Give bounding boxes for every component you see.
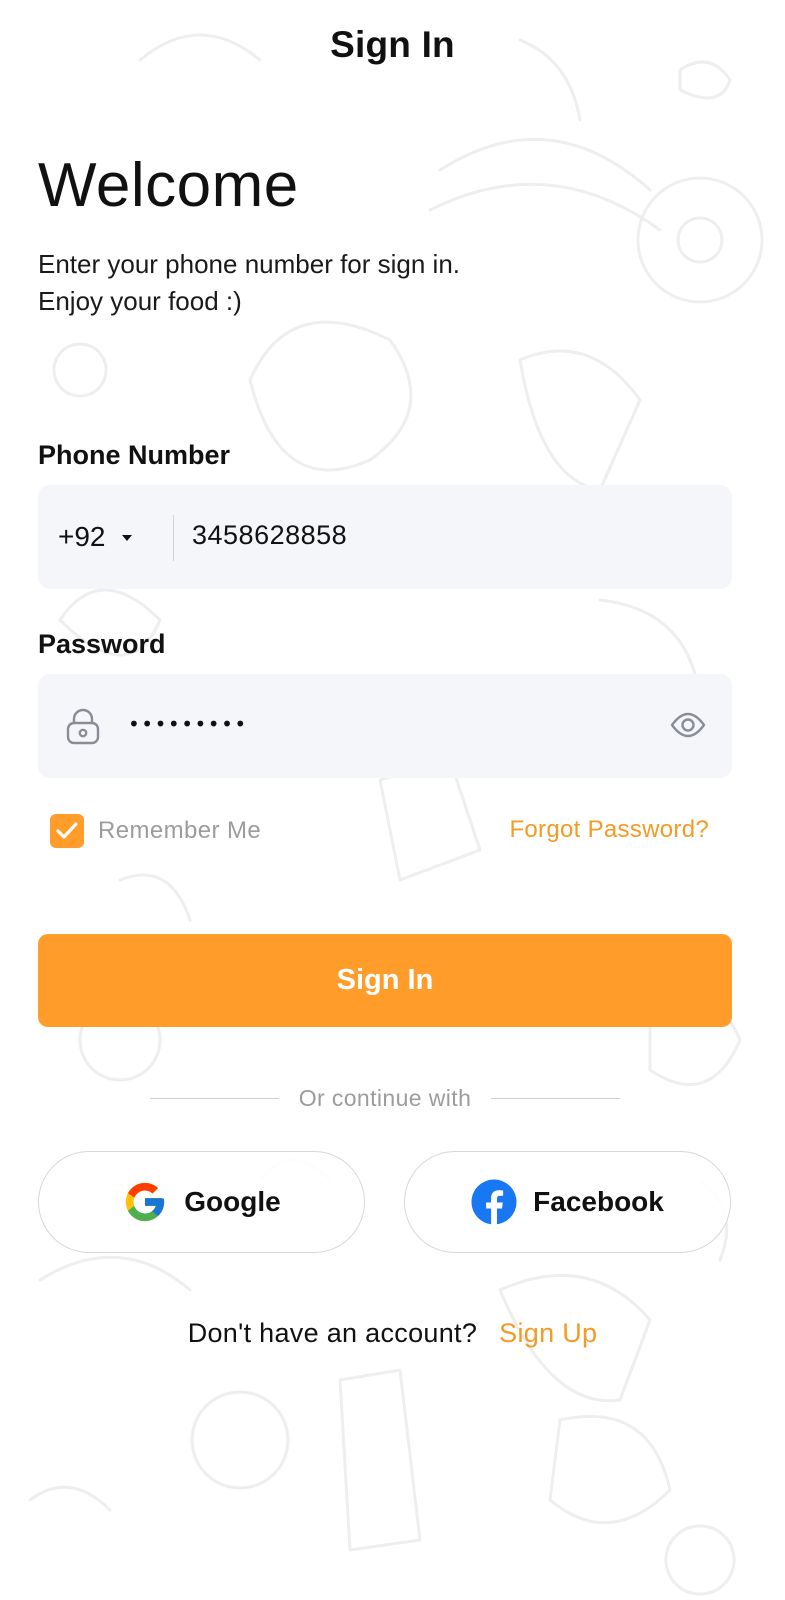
sign-up-prompt: Don't have an account? [187,1318,478,1348]
divider-text: Or continue with [298,1084,472,1111]
divider-line-right [491,1097,620,1099]
phone-number-field: +92 [38,485,732,589]
country-code-selector[interactable]: +92 [58,519,132,555]
remember-me-label: Remember Me [98,817,262,844]
facebook-label: Facebook [533,1186,664,1217]
facebook-icon [471,1179,517,1225]
welcome-heading: Welcome [38,151,299,220]
password-input[interactable] [128,702,648,746]
remember-me-checkbox[interactable]: Remember Me [50,814,261,848]
dropdown-caret-icon [121,535,132,541]
lock-icon [66,708,100,745]
checkbox-checked[interactable] [50,814,84,848]
field-divider [173,515,174,561]
page-title: Sign In [330,24,455,65]
welcome-subtitle: Enter your phone number for sign in. Enj… [38,249,461,316]
phone-number-input[interactable] [192,513,692,557]
checkmark-icon [56,822,78,839]
sign-up-prompt-row: Don't have an account? Sign Up [0,1318,785,1349]
phone-number-label: Phone Number [38,440,231,470]
google-signin-button[interactable]: Google [38,1151,365,1253]
continue-with-divider: Or continue with [150,1082,620,1114]
eye-icon[interactable] [670,710,706,740]
divider-line-left [150,1097,279,1099]
sign-up-link[interactable]: Sign Up [499,1318,597,1348]
country-code-value: +92 [58,521,106,552]
sign-in-button[interactable]: Sign In [38,934,732,1027]
google-label: Google [184,1186,281,1217]
password-label: Password [38,629,166,659]
sign-in-screen: Sign In Welcome Enter your phone number … [0,0,785,1600]
google-icon [126,1182,165,1222]
forgot-password-link[interactable]: Forgot Password? [509,816,709,844]
facebook-signin-button[interactable]: Facebook [404,1151,731,1253]
password-field [38,674,732,778]
